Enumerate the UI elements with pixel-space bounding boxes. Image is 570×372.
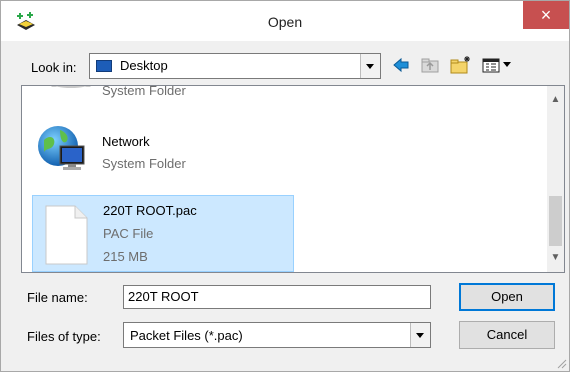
file-type-value: Packet Files (*.pac) <box>130 328 243 343</box>
file-name-input[interactable] <box>128 289 423 304</box>
file-type-dropdown-button[interactable] <box>410 323 430 347</box>
file-size: 215 MB <box>103 249 148 264</box>
file-name: Network <box>102 134 150 149</box>
look-in-value: Desktop <box>120 58 168 73</box>
file-type-label: Files of type: <box>27 329 101 344</box>
desktop-icon <box>96 60 112 72</box>
chevron-down-icon <box>416 333 424 338</box>
network-icon <box>38 126 85 170</box>
new-folder-icon[interactable] <box>449 54 473 76</box>
list-item[interactable]: Network System Folder <box>32 114 294 190</box>
title-bar: Open × <box>1 1 569 41</box>
file-name-field[interactable] <box>123 285 431 309</box>
look-in-dropdown-button[interactable] <box>360 54 380 78</box>
scroll-down-arrow-icon[interactable]: ▼ <box>547 252 564 269</box>
view-menu-icon[interactable] <box>481 54 519 76</box>
close-icon: × <box>540 5 552 25</box>
file-type-combo[interactable]: Packet Files (*.pac) <box>123 322 431 348</box>
chevron-down-icon <box>366 64 374 69</box>
back-icon[interactable] <box>391 54 411 76</box>
file-name-label: File name: <box>27 290 88 305</box>
list-item[interactable]: System Folder <box>32 85 294 108</box>
look-in-label: Look in: <box>31 60 77 75</box>
file-list[interactable]: System Folder Network System Folder 220T… <box>21 85 565 273</box>
file-type: PAC File <box>103 226 154 241</box>
scrollbar-thumb[interactable] <box>549 196 562 246</box>
computer-icon <box>51 86 91 88</box>
close-button[interactable]: × <box>523 1 569 29</box>
window-title: Open <box>267 14 303 30</box>
open-button[interactable]: Open <box>459 283 555 311</box>
scroll-up-arrow-icon[interactable]: ▲ <box>547 94 564 111</box>
resize-grip-icon[interactable] <box>555 357 567 369</box>
open-dialog: Open × Look in: Desktop System Folder Ne… <box>0 0 570 372</box>
document-icon <box>45 205 88 265</box>
cancel-button[interactable]: Cancel <box>459 321 555 349</box>
vertical-scrollbar[interactable]: ▲ ▼ <box>547 86 564 272</box>
list-item-selected[interactable]: 220T ROOT.pac PAC File 215 MB <box>32 195 294 272</box>
file-type: System Folder <box>102 156 186 171</box>
file-type: System Folder <box>102 85 186 98</box>
look-in-combo[interactable]: Desktop <box>89 53 381 79</box>
up-folder-icon[interactable] <box>419 54 441 76</box>
file-name: 220T ROOT.pac <box>103 203 197 218</box>
